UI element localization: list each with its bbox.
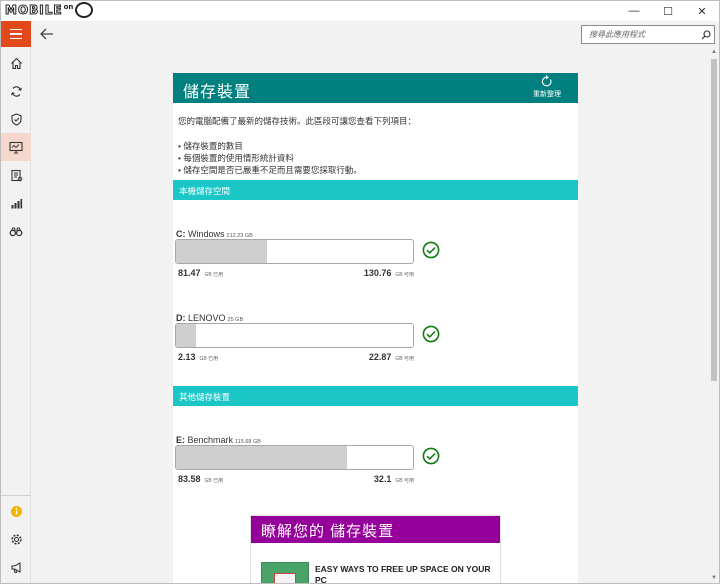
- binoculars-icon: [9, 226, 23, 236]
- section-label: 本機儲存空間: [179, 186, 231, 196]
- sidebar-item-sync[interactable]: [1, 77, 31, 105]
- used-value: 2.13 GB 已用: [178, 352, 219, 362]
- search-icon[interactable]: [698, 26, 714, 43]
- learn-title: 瞭解您的 儲存裝置: [261, 523, 395, 540]
- vertical-scrollbar[interactable]: ▲ ▼: [709, 47, 719, 583]
- other-storage-header: 其他儲存裝置: [173, 386, 578, 406]
- drive-card-d[interactable]: D: LENOVO 25 GB 2.13 GB 已用 22.87 GB 可用: [173, 313, 578, 369]
- scroll-up-icon[interactable]: ▲: [709, 47, 719, 57]
- megaphone-icon: [10, 561, 21, 573]
- refresh-button[interactable]: 重新整理: [530, 75, 564, 101]
- drive-card-c[interactable]: C: Windows 212.23 GB 81.47 GB 已用 130.76 GB …: [173, 229, 578, 285]
- sidebar-item-storage[interactable]: [1, 133, 31, 161]
- section-label: 其他儲存裝置: [179, 392, 231, 402]
- logo-face-icon: [75, 2, 94, 18]
- list-item: • 每個裝置的使用情形統計資料: [178, 153, 294, 163]
- sidebar-item-info[interactable]: [1, 497, 31, 525]
- drive-card-e[interactable]: E: Benchmark 115.68 GB 83.58 GB 已用 32.1 GB …: [173, 435, 578, 491]
- search-input[interactable]: 搜尋此應用程式: [582, 29, 698, 40]
- sidebar-item-feedback[interactable]: [1, 553, 31, 581]
- check-circle-icon: [422, 325, 440, 343]
- logo-on-text: on: [63, 3, 74, 11]
- maximize-button[interactable]: ☐: [651, 1, 685, 21]
- local-storage-header: 本機儲存空間: [173, 180, 578, 200]
- title-bar: MOBILE on — ☐ ✕: [1, 1, 719, 21]
- back-arrow-button[interactable]: [37, 23, 57, 45]
- intro-text: 您的電腦配備了最新的儲存技術。此區段可讓您查看下列項目：: [178, 116, 417, 126]
- minimize-button[interactable]: —: [617, 1, 651, 21]
- hamburger-menu-button[interactable]: [1, 21, 31, 47]
- app-header: 搜尋此應用程式: [1, 21, 719, 47]
- close-window-button[interactable]: ✕: [685, 1, 719, 21]
- drive-title: E: Benchmark 115.68 GB: [176, 435, 261, 445]
- scroll-down-icon[interactable]: ▼: [709, 573, 719, 583]
- sidebar-item-explore[interactable]: [1, 217, 31, 245]
- usage-bar-fill: [176, 446, 348, 469]
- usage-bar-fill: [176, 324, 197, 347]
- list-item: • 儲存裝置的數目: [178, 141, 243, 151]
- sidebar-item-reports[interactable]: [1, 161, 31, 189]
- used-value: 83.58 GB 已用: [178, 474, 224, 484]
- drive-title: C: Windows 212.23 GB: [176, 229, 253, 239]
- sidebar-item-security[interactable]: [1, 105, 31, 133]
- drive-title: D: LENOVO 25 GB: [176, 313, 244, 323]
- logo-text: MOBILE: [5, 3, 63, 18]
- free-value: 22.87 GB 可用: [368, 352, 414, 362]
- sidebar-divider: [1, 495, 31, 496]
- usage-bar: [175, 445, 414, 470]
- main-content: 儲存裝置 重新整理 您的電腦配備了最新的儲存技術。此區段可讓您查看下列項目： •…: [31, 47, 709, 583]
- sidebar-item-settings[interactable]: [1, 525, 31, 553]
- search-box[interactable]: 搜尋此應用程式: [581, 25, 715, 44]
- sidebar: [1, 47, 31, 583]
- home-icon: [10, 57, 22, 69]
- sync-icon: [10, 85, 22, 97]
- usage-bar: [175, 239, 414, 264]
- back-arrow-icon: [40, 28, 53, 40]
- page-title: 儲存裝置: [183, 84, 252, 101]
- storage-panel: 儲存裝置 重新整理 您的電腦配備了最新的儲存技術。此區段可讓您查看下列項目： •…: [173, 73, 578, 583]
- used-value: 81.47 GB 已用: [178, 268, 224, 278]
- app-window: MOBILE on — ☐ ✕ 搜尋此應用程式 儲存裝置 重新整理 您的電腦配備…: [0, 0, 720, 584]
- article-thumbnail-icon: [274, 573, 296, 583]
- usage-bar-fill: [176, 240, 267, 263]
- gear-icon: [10, 533, 22, 545]
- learn-card: 瞭解您的 儲存裝置 EASY WAYS TO FREE UP SPACE ON …: [250, 515, 501, 583]
- article-link[interactable]: EASY WAYS TO FREE UP SPACE ON YOUR PC: [315, 564, 495, 583]
- check-circle-icon: [422, 447, 440, 465]
- free-value: 32.1 GB 可用: [373, 474, 414, 484]
- sidebar-item-performance[interactable]: [1, 189, 31, 217]
- usage-bar: [175, 323, 414, 348]
- feature-list: • 儲存裝置的數目 • 每個裝置的使用情形統計資料 • 儲存空間是否已嚴重不足而…: [178, 140, 362, 176]
- refresh-label: 重新整理: [533, 91, 561, 98]
- learn-header: 瞭解您的 儲存裝置: [251, 516, 500, 543]
- signal-bars-icon: [11, 198, 22, 208]
- list-item: • 儲存空間是否已嚴重不足而且需要您採取行動。: [178, 165, 362, 175]
- monitor-icon: [9, 141, 23, 154]
- scroll-thumb[interactable]: [711, 59, 717, 381]
- page-header: 儲存裝置 重新整理: [173, 73, 578, 103]
- free-value: 130.76 GB 可用: [363, 268, 414, 278]
- check-circle-icon: [422, 241, 440, 259]
- shield-icon: [10, 112, 22, 126]
- article-thumbnail[interactable]: [261, 562, 309, 583]
- info-icon: [10, 505, 22, 517]
- refresh-icon: [541, 75, 552, 87]
- sidebar-item-home[interactable]: [1, 49, 31, 77]
- app-logo: MOBILE on: [5, 2, 94, 19]
- document-icon: [10, 169, 22, 181]
